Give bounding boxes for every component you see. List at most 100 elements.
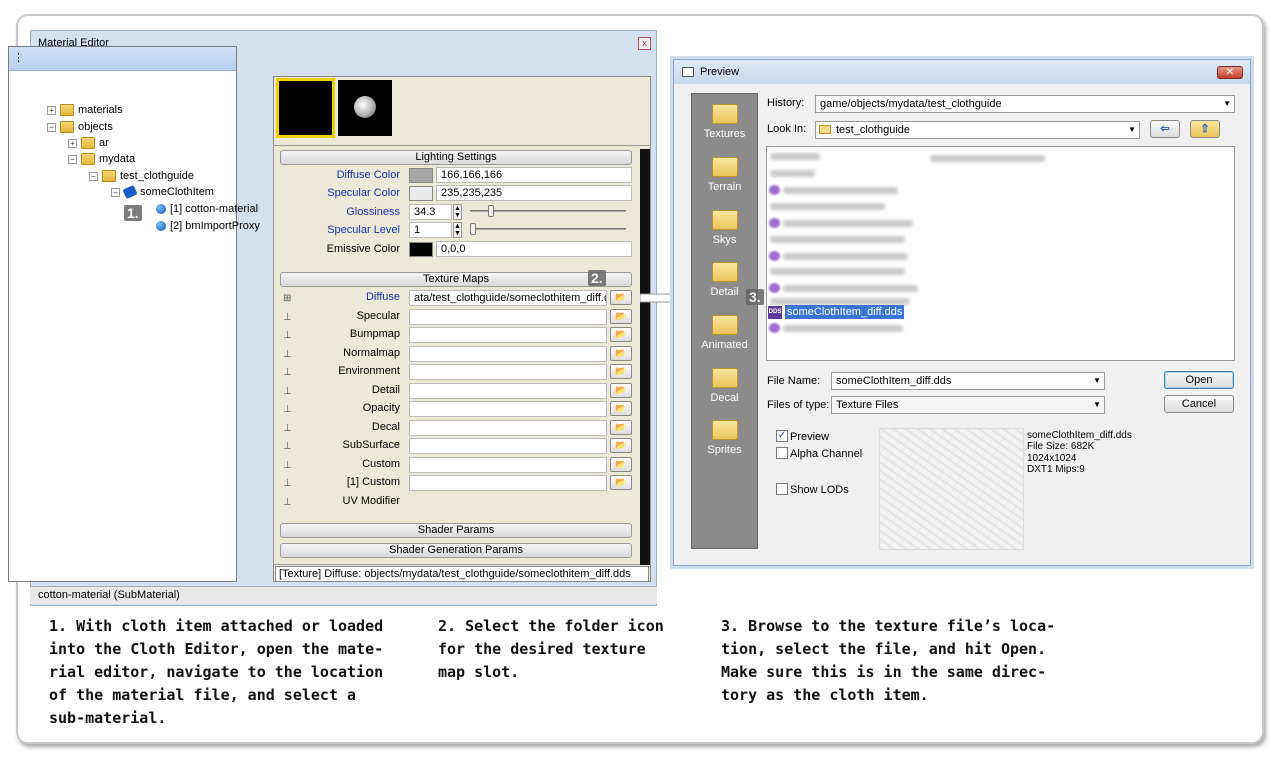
specular-color-swatch[interactable] bbox=[409, 186, 433, 201]
tree-node-cotton-material[interactable]: [1] cotton-material bbox=[156, 203, 258, 215]
texture-path-field[interactable]: ata/test_clothguide/someclothitem_diff.d… bbox=[409, 290, 607, 306]
texture-path-field[interactable] bbox=[409, 382, 607, 399]
preview-checkbox[interactable]: ✓ bbox=[776, 430, 788, 442]
open-folder-icon[interactable]: 📂 bbox=[610, 438, 632, 453]
emissive-color-field[interactable]: 0,0,0 bbox=[436, 241, 632, 257]
blurred-file[interactable] bbox=[770, 236, 905, 243]
blurred-file[interactable] bbox=[770, 153, 820, 160]
diffuse-color-field[interactable]: 166,166,166 bbox=[436, 167, 632, 183]
open-folder-icon[interactable]: 📂 bbox=[610, 364, 632, 379]
lighting-settings-header[interactable]: Lighting Settings bbox=[280, 150, 632, 165]
folder-icon bbox=[711, 420, 738, 440]
specular-level-slider[interactable] bbox=[470, 228, 626, 230]
open-folder-icon[interactable]: 📂 bbox=[610, 382, 632, 398]
emissive-color-swatch[interactable] bbox=[409, 242, 433, 257]
open-folder-icon[interactable]: 📂 bbox=[610, 327, 632, 342]
place-skys[interactable]: Skys bbox=[691, 210, 758, 246]
texture-path-field[interactable] bbox=[409, 308, 607, 325]
expand-icon[interactable]: + bbox=[68, 138, 77, 148]
tree-node-mydata[interactable]: − mydata bbox=[68, 153, 135, 165]
step-1-marker: 1. bbox=[124, 205, 142, 221]
blurred-file[interactable] bbox=[770, 170, 815, 177]
collapse-icon[interactable]: − bbox=[111, 187, 120, 197]
tree-node-ar[interactable]: + ar bbox=[68, 137, 109, 149]
selected-file-label: someClothItem_diff.dds bbox=[785, 305, 905, 319]
back-button[interactable]: ⇦ bbox=[1150, 120, 1180, 138]
open-folder-icon[interactable]: 📂 bbox=[610, 401, 632, 416]
blurred-file[interactable] bbox=[930, 155, 1045, 162]
open-folder-icon[interactable]: 📂 bbox=[610, 308, 632, 324]
material-tree[interactable]: ⋮ bbox=[8, 46, 237, 582]
texture-maps-header[interactable]: Texture Maps bbox=[280, 272, 632, 287]
blurred-file[interactable] bbox=[783, 253, 908, 260]
blurred-file[interactable] bbox=[783, 325, 903, 332]
open-button[interactable]: Open bbox=[1164, 371, 1234, 389]
place-textures[interactable]: Textures bbox=[691, 104, 758, 140]
collapse-icon[interactable]: − bbox=[68, 154, 77, 164]
files-of-type-select[interactable]: Texture Files ▼ bbox=[831, 396, 1105, 414]
texture-path-field[interactable] bbox=[409, 401, 607, 417]
open-folder-icon[interactable]: 📂 bbox=[610, 345, 632, 361]
look-in-select[interactable]: test_clothguide ▼ bbox=[815, 121, 1140, 139]
up-folder-button[interactable]: ⇧ bbox=[1190, 120, 1220, 138]
tree-label: materials bbox=[78, 104, 123, 116]
place-animated[interactable]: Animated bbox=[691, 315, 758, 351]
blurred-file[interactable] bbox=[783, 285, 918, 292]
texture-path-field[interactable] bbox=[409, 456, 607, 473]
texture-path-field[interactable] bbox=[409, 438, 607, 454]
expand-icon[interactable]: + bbox=[47, 105, 56, 115]
folder-icon bbox=[711, 210, 738, 230]
place-decal[interactable]: Decal bbox=[691, 368, 758, 404]
close-icon[interactable]: ✕ bbox=[1217, 66, 1243, 79]
open-folder-icon[interactable]: 📂 bbox=[610, 475, 632, 490]
history-select[interactable]: game/objects/mydata/test_clothguide ▼ bbox=[815, 95, 1235, 113]
selected-file-item[interactable]: DDS someClothItem_diff.dds bbox=[768, 305, 905, 319]
tree-node-objects[interactable]: − objects bbox=[47, 121, 113, 133]
glossiness-field[interactable]: 34.3 bbox=[409, 204, 452, 220]
caption-step-2: 2. Select the folder icon for the desire… bbox=[438, 617, 664, 681]
specular-level-field[interactable]: 1 bbox=[409, 222, 452, 238]
place-sprites[interactable]: Sprites bbox=[691, 420, 758, 456]
place-terrain[interactable]: Terrain bbox=[691, 157, 758, 193]
collapse-icon[interactable]: − bbox=[47, 122, 56, 132]
tree-node-materials[interactable]: + materials bbox=[47, 104, 123, 116]
material-preview-selected[interactable] bbox=[276, 78, 335, 138]
glossiness-stepper[interactable]: ▲ ▼ bbox=[453, 204, 462, 220]
alpha-channel-checkbox[interactable] bbox=[776, 447, 788, 459]
file-icon bbox=[769, 251, 780, 261]
cloth-item-icon bbox=[122, 184, 138, 200]
specular-color-field[interactable]: 235,235,235 bbox=[436, 185, 632, 201]
glossiness-slider-thumb[interactable] bbox=[488, 205, 494, 217]
blurred-file[interactable] bbox=[783, 187, 898, 194]
blurred-file[interactable] bbox=[770, 203, 885, 210]
texture-path-field[interactable] bbox=[409, 475, 607, 491]
shader-params-header[interactable]: Shader Params bbox=[280, 523, 632, 538]
specular-level-slider-thumb[interactable] bbox=[470, 223, 476, 235]
tree-node-test-clothguide[interactable]: − test_clothguide bbox=[89, 170, 194, 182]
open-folder-icon[interactable]: 📂 bbox=[610, 419, 632, 435]
tree-node-bmimportproxy[interactable]: [2] bmImportProxy bbox=[156, 220, 260, 232]
cancel-button[interactable]: Cancel bbox=[1164, 395, 1234, 413]
material-preview-sphere[interactable] bbox=[338, 80, 392, 136]
blurred-file[interactable] bbox=[770, 298, 910, 305]
shader-generation-params-header[interactable]: Shader Generation Params bbox=[280, 543, 632, 558]
tree-node-someclothitem[interactable]: − someClothItem bbox=[111, 184, 214, 200]
properties-scrollbar[interactable] bbox=[640, 149, 650, 565]
show-lods-checkbox[interactable] bbox=[776, 483, 788, 495]
specular-level-stepper[interactable]: ▲ ▼ bbox=[453, 222, 462, 238]
diffuse-color-swatch[interactable] bbox=[409, 168, 433, 183]
open-folder-icon[interactable]: 📂 bbox=[610, 456, 632, 472]
texture-path-field[interactable] bbox=[409, 364, 607, 380]
material-icon bbox=[156, 221, 166, 231]
close-icon[interactable]: x bbox=[638, 37, 651, 50]
texture-path-field[interactable] bbox=[409, 327, 607, 343]
open-folder-icon[interactable]: 📂 bbox=[610, 290, 632, 305]
texture-path-field[interactable] bbox=[409, 345, 607, 362]
blurred-file[interactable] bbox=[770, 268, 905, 275]
chevron-down-icon: ▼ bbox=[1093, 400, 1101, 409]
blurred-file[interactable] bbox=[783, 220, 913, 227]
texture-path-field[interactable] bbox=[409, 419, 607, 436]
collapse-icon[interactable]: − bbox=[89, 171, 98, 181]
texture-slot-label: Bumpmap bbox=[349, 328, 400, 340]
file-name-input[interactable]: someClothItem_diff.dds ▼ bbox=[831, 372, 1105, 390]
